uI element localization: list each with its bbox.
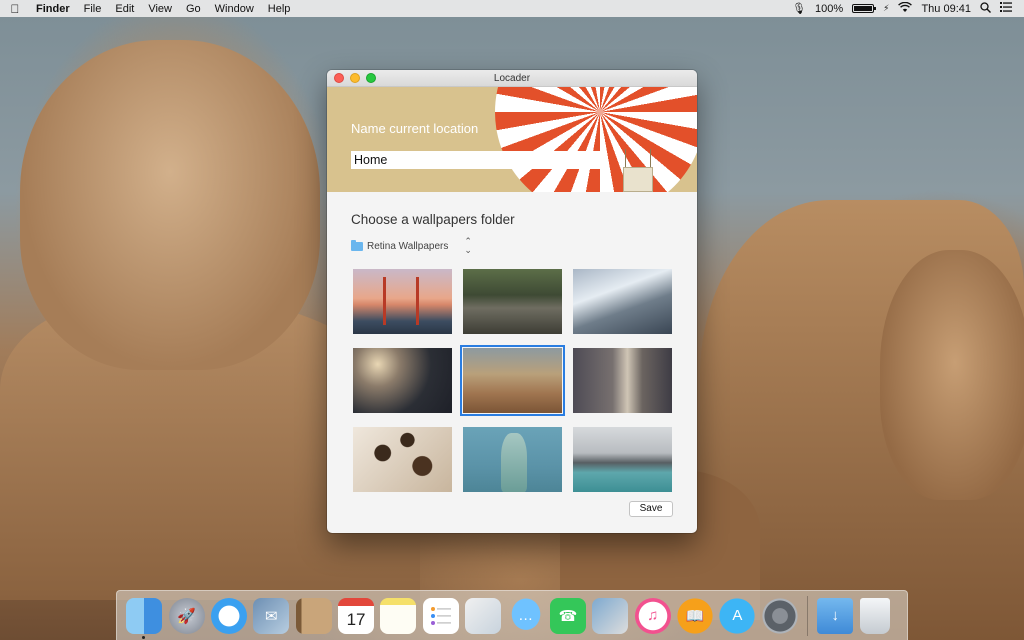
wallpaper-thumb-snowy-mountains[interactable]: [573, 269, 672, 334]
dock: 🚀 ✉ 17 … ☎ ♫ 📖 A ↓: [116, 590, 908, 640]
spotlight-search-icon[interactable]: [980, 1, 991, 16]
reminders-icon[interactable]: [422, 597, 459, 634]
balloon-basket: [623, 167, 653, 192]
menu-bar:  Finder File Edit View Go Window Help 🎙…: [0, 0, 1024, 17]
locader-window: Locader Name current location Choose a w…: [327, 70, 697, 533]
wallpaper-section: Choose a wallpapers folder Retina Wallpa…: [327, 192, 697, 492]
preview-icon[interactable]: [592, 597, 629, 634]
wallpaper-thumb-mount-rushmore[interactable]: [460, 345, 565, 416]
contacts-icon[interactable]: [295, 597, 332, 634]
menu-view[interactable]: View: [141, 3, 179, 15]
name-location-label: Name current location: [351, 121, 479, 136]
menu-edit[interactable]: Edit: [108, 3, 141, 15]
wifi-icon[interactable]: [898, 1, 913, 16]
balloon-ropes: [625, 149, 651, 169]
calendar-day: 17: [346, 609, 366, 629]
app-store-icon[interactable]: A: [719, 597, 756, 634]
status-area: 🎙 100% ⚡ Thu 09:41: [792, 1, 1024, 16]
safari-icon[interactable]: [210, 597, 247, 634]
location-header: Name current location: [327, 87, 697, 192]
microphone-icon[interactable]: 🎙: [792, 2, 806, 15]
battery-icon[interactable]: [852, 4, 877, 13]
facetime-icon[interactable]: ☎: [549, 597, 586, 634]
downloads-folder-icon[interactable]: ↓: [817, 597, 854, 634]
wallpaper-thumb-statue-of-liberty[interactable]: [463, 427, 562, 492]
folder-name: Retina Wallpapers: [367, 240, 449, 252]
ibooks-icon[interactable]: 📖: [677, 597, 714, 634]
folder-picker[interactable]: Retina Wallpapers ⌃ ⌄: [351, 237, 673, 255]
finder-icon[interactable]: [126, 597, 163, 639]
notification-center-icon[interactable]: [1000, 2, 1012, 15]
wallpaper-thumb-giraffe[interactable]: [353, 427, 452, 492]
menu-window[interactable]: Window: [208, 3, 261, 15]
save-button[interactable]: Save: [629, 501, 673, 517]
folder-icon: [351, 239, 363, 251]
wallpaper-section-title: Choose a wallpapers folder: [351, 212, 515, 227]
itunes-icon[interactable]: ♫: [634, 597, 671, 634]
calendar-icon[interactable]: 17: [338, 597, 375, 634]
charging-icon: ⚡: [883, 3, 890, 13]
wallpaper-thumb-river-rocks[interactable]: [463, 269, 562, 334]
clock[interactable]: Thu 09:41: [921, 3, 971, 15]
menu-help[interactable]: Help: [261, 3, 298, 15]
photo-booth-icon[interactable]: [465, 597, 502, 634]
menu-go[interactable]: Go: [179, 3, 208, 15]
running-indicator: [142, 635, 146, 639]
mail-icon[interactable]: ✉: [253, 597, 290, 634]
hot-air-balloon-illustration: [495, 87, 697, 192]
wallpaper-thumb-lake-mountains[interactable]: [573, 427, 672, 492]
battery-percent[interactable]: 100%: [815, 3, 843, 15]
messages-icon[interactable]: …: [507, 597, 544, 634]
wallpaper-face-lincoln: [880, 250, 1024, 500]
dock-separator: [807, 595, 808, 636]
menu-file[interactable]: File: [77, 3, 109, 15]
location-name-input[interactable]: [351, 151, 603, 169]
launchpad-icon[interactable]: 🚀: [168, 597, 205, 634]
window-title: Locader: [493, 72, 531, 84]
title-bar[interactable]: Locader: [327, 70, 697, 87]
notes-icon[interactable]: [380, 597, 417, 634]
apple-menu-icon[interactable]: : [0, 2, 30, 16]
system-preferences-icon[interactable]: [761, 597, 798, 634]
trash-icon[interactable]: [859, 597, 890, 634]
wallpaper-thumb-golden-gate[interactable]: [353, 269, 452, 334]
wallpaper-face-washington: [20, 40, 320, 370]
wallpaper-grid: [351, 269, 673, 492]
wallpaper-thumb-city-buildings[interactable]: [573, 348, 672, 413]
chevron-up-down-icon[interactable]: ⌃ ⌄: [464, 237, 472, 255]
wallpaper-thumb-blossoms[interactable]: [353, 348, 452, 413]
menu-app-name[interactable]: Finder: [30, 3, 77, 15]
